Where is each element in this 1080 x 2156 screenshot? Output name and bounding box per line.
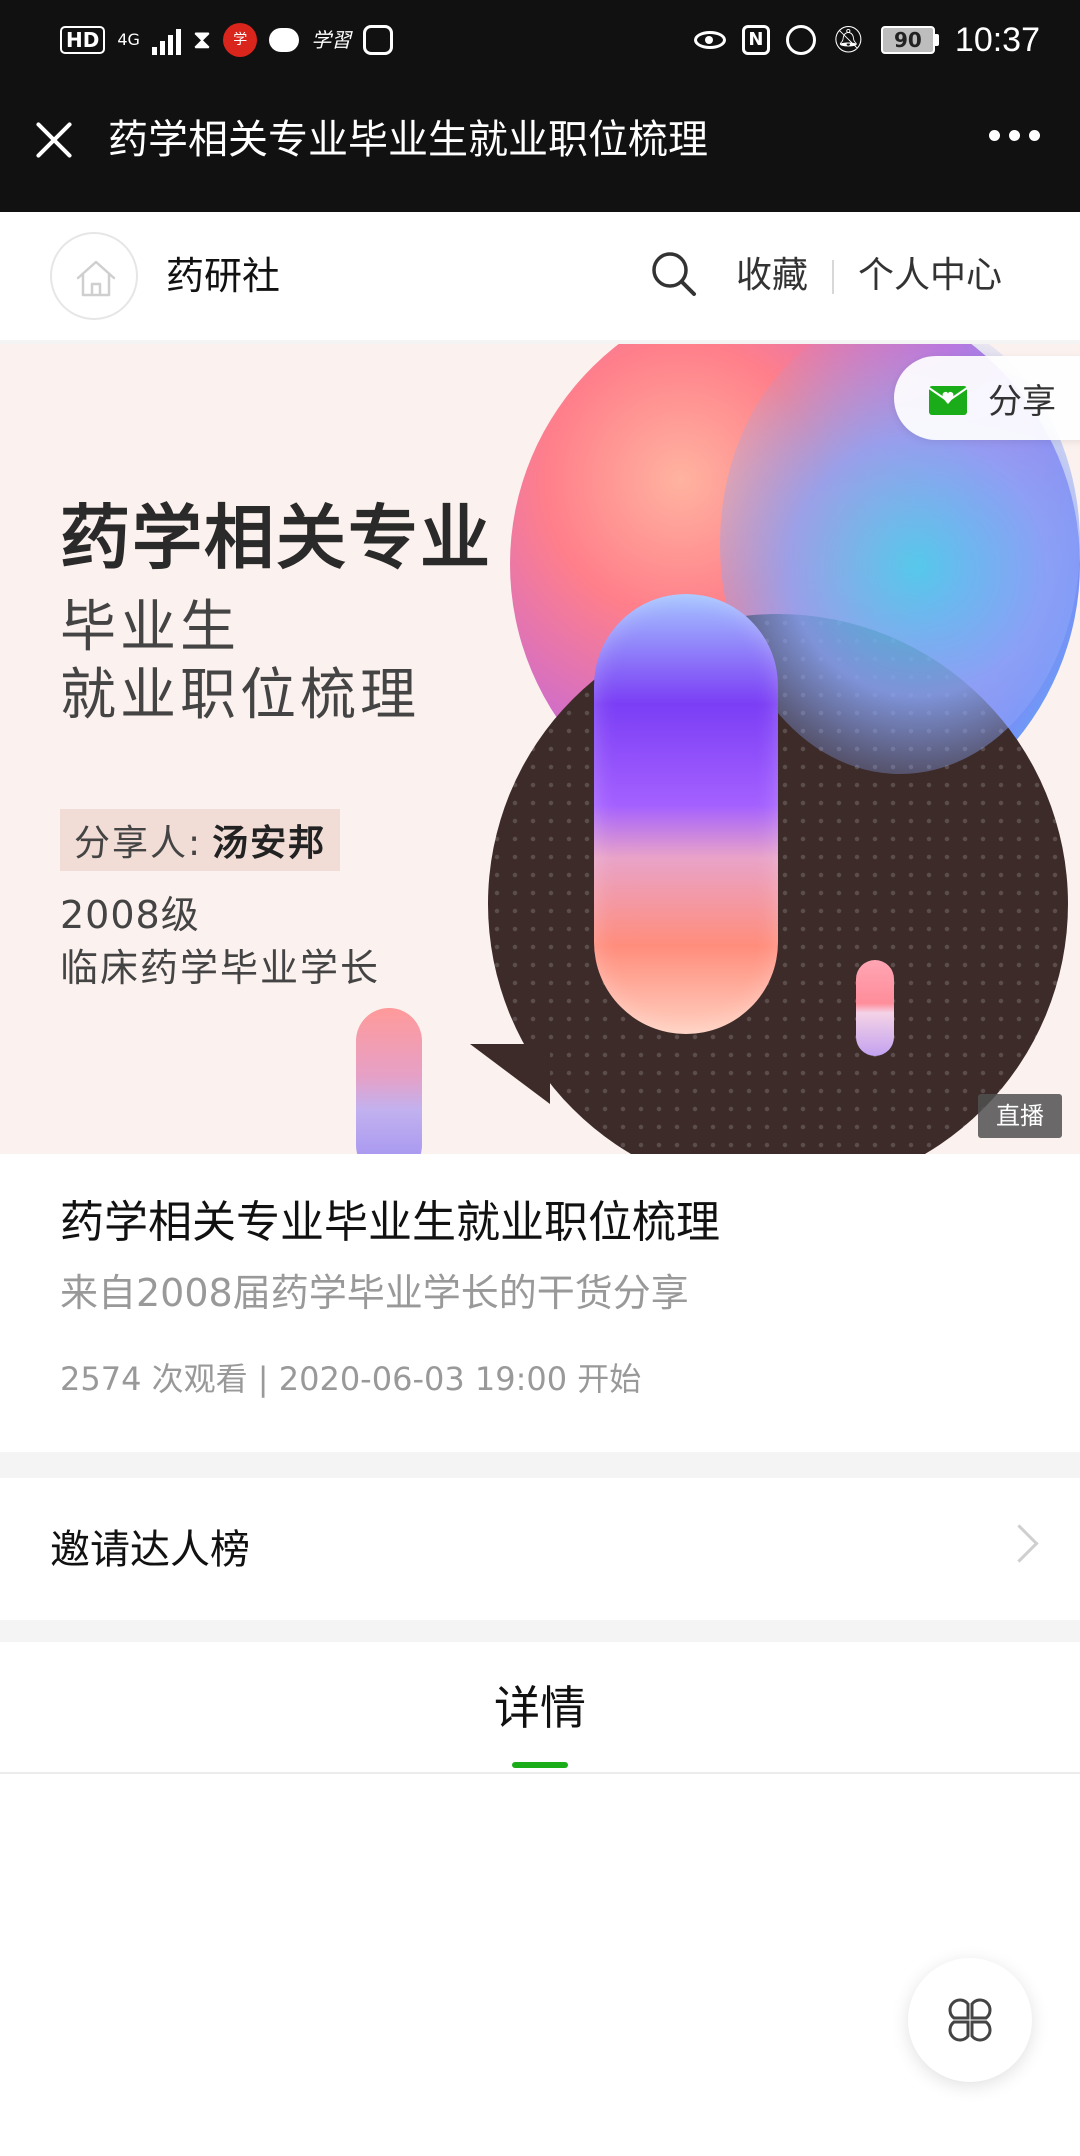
tab-details[interactable]: 详情: [0, 1678, 1080, 1738]
status-right: N 🔕︎ 90 10:37: [693, 18, 1040, 62]
hand-icon: [363, 25, 394, 55]
status-bar: HD 4G ⧗ 学 学習 N 🔕︎ 90 10:37: [0, 0, 1080, 80]
network-type: 4G: [117, 30, 140, 49]
clock: 10:37: [954, 20, 1040, 59]
signal-icon: [151, 25, 181, 55]
speaker-grade: 2008级: [60, 893, 200, 937]
section-divider: [0, 1452, 1080, 1478]
mute-bell-icon: 🔕︎: [831, 25, 865, 55]
capsule-pill-graphic: [856, 960, 894, 1056]
course-banner[interactable]: 药学相关专业 毕业生 就业职位梳理 分享人: 汤安邦 2008级 临床药学毕业学…: [0, 344, 1080, 1154]
menu-grid-icon: [948, 1998, 992, 2042]
shop-name[interactable]: 药研社: [166, 250, 280, 302]
banner-heading: 药学相关专业: [60, 497, 492, 579]
shop-header: 药研社 收藏 个人中心: [0, 212, 1080, 340]
banner-subtitle-line: 就业职位梳理: [60, 663, 420, 728]
personal-center-link[interactable]: 个人中心: [858, 250, 1002, 302]
capsule-pill-graphic: [356, 1008, 422, 1154]
battery-icon: 90: [880, 26, 939, 54]
capsule-pill-graphic: [594, 594, 778, 1034]
speaker-label: 分享人:: [74, 823, 203, 864]
page-title: 药学相关专业毕业生就业职位梳理: [108, 117, 708, 163]
banner-subtitle-line: 毕业生: [60, 595, 240, 660]
chevron-right-icon: [1000, 1524, 1039, 1563]
menu-grid-button[interactable]: [908, 1958, 1032, 2082]
live-badge: 直播: [978, 1094, 1062, 1138]
speaker-tag: 分享人: 汤安邦: [60, 809, 341, 871]
chat-bubble-icon: [269, 28, 300, 52]
status-left: HD 4G ⧗ 学 学習: [60, 20, 394, 60]
tab-bar: 详情: [0, 1642, 1080, 1774]
favorites-link[interactable]: 收藏: [736, 250, 808, 302]
app-notification-icon: 学: [223, 23, 258, 57]
alarm-icon: [785, 25, 816, 55]
battery-level: 90: [880, 26, 935, 54]
course-meta: 2574 次观看 | 2020-06-03 19:00 开始: [60, 1360, 642, 1398]
share-icon: [928, 386, 968, 415]
share-label: 分享: [988, 381, 1056, 422]
nfc-icon: N: [741, 25, 770, 55]
banner-subtitle: 毕业生 就业职位梳理: [60, 594, 420, 730]
invite-ranking-row[interactable]: 邀请达人榜: [0, 1478, 1080, 1620]
speech-bubble-tail: [470, 1044, 550, 1104]
home-icon[interactable]: [50, 232, 138, 320]
app-notification-icon: 学習: [311, 28, 352, 52]
hd-indicator: HD: [60, 26, 106, 54]
divider: [832, 260, 834, 294]
invite-ranking-label: 邀请达人榜: [50, 1527, 250, 1573]
share-button[interactable]: 分享: [894, 356, 1080, 440]
speaker-name: 汤安邦: [212, 823, 327, 864]
speaker-role: 临床药学毕业学长: [60, 946, 381, 990]
eye-icon: [693, 31, 726, 49]
section-divider: [0, 1620, 1080, 1642]
course-title: 药学相关专业毕业生就业职位梳理: [60, 1197, 720, 1248]
course-subtitle: 来自2008届药学毕业学长的干货分享: [60, 1271, 689, 1315]
close-icon[interactable]: [28, 114, 80, 166]
search-icon[interactable]: [650, 250, 698, 298]
hourglass-icon: ⧗: [192, 25, 212, 55]
more-icon[interactable]: [989, 130, 1040, 141]
active-tab-indicator: [512, 1762, 568, 1768]
title-bar: 药学相关专业毕业生就业职位梳理: [0, 80, 1080, 212]
